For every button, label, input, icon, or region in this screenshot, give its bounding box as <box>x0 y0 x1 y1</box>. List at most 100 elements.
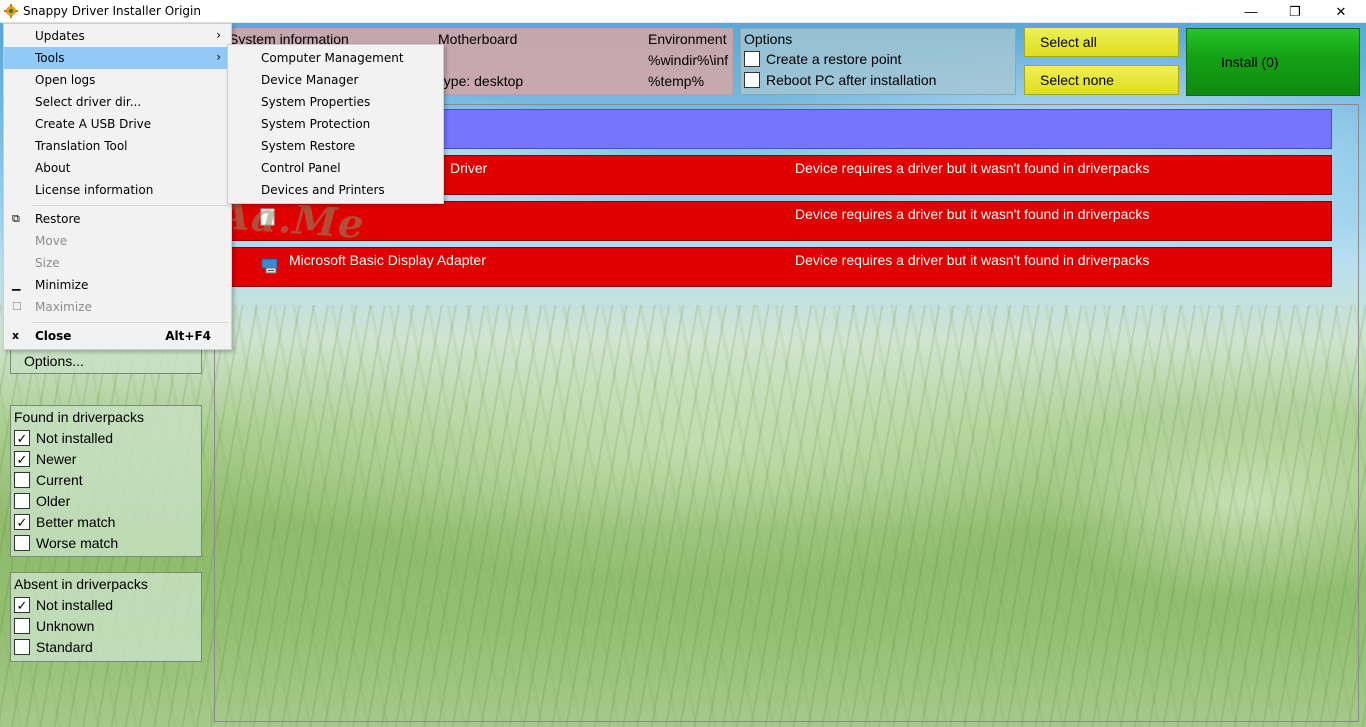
env-windir-text: %windir%\inf <box>648 52 729 68</box>
filter-label: Better match <box>36 514 116 530</box>
found-filter-title: Found in driverpacks <box>14 409 144 425</box>
submenu-item-control-panel[interactable]: Control Panel <box>228 157 443 179</box>
install-button[interactable]: Install (0) <box>1186 28 1360 96</box>
submenu-item-computer-management[interactable]: Computer Management <box>228 47 443 69</box>
submenu-item-system-restore[interactable]: System Restore <box>228 135 443 157</box>
device-row[interactable]: Microsoft Basic Display Adapter Device r… <box>224 247 1332 287</box>
checkbox[interactable]: ✓ <box>14 430 30 446</box>
checkbox[interactable] <box>14 618 30 634</box>
filter-absent-not-installed[interactable]: ✓ Not installed <box>14 597 113 613</box>
minimize-button[interactable]: — <box>1228 0 1274 23</box>
filter-label: Newer <box>36 451 77 467</box>
minimize-icon: ▁ <box>12 278 21 291</box>
menu-item-translation-tool[interactable]: Translation Tool <box>4 135 231 157</box>
menu-item-restore[interactable]: ⧉ Restore <box>4 208 231 230</box>
filter-found-worse-match[interactable]: Worse match <box>14 535 118 551</box>
window-title: Snappy Driver Installer Origin <box>23 4 201 18</box>
restore-icon: ❐ <box>1289 3 1301 19</box>
close-accelerator: Alt+F4 <box>165 329 211 343</box>
display-adapter-icon <box>261 258 278 274</box>
menu-item-label: Maximize <box>35 300 92 314</box>
menu-item-label: License information <box>35 183 154 197</box>
menu-item-license[interactable]: License information <box>4 179 231 201</box>
absent-filter-title: Absent in driverpacks <box>14 576 148 592</box>
menu-separator <box>32 322 228 323</box>
menu-item-minimize[interactable]: ▁ Minimize <box>4 274 231 296</box>
filter-found-better-match[interactable]: ✓ Better match <box>14 514 115 530</box>
menu-item-label: Tools <box>35 51 65 65</box>
submenu-item-device-manager[interactable]: Device Manager <box>228 69 443 91</box>
menu-item-maximize: ☐ Maximize <box>4 296 231 318</box>
menu-item-label: Size <box>35 256 60 270</box>
restore-button[interactable]: ❐ <box>1272 0 1318 23</box>
app-icon[interactable] <box>4 4 18 18</box>
environment-label: Environment <box>648 31 727 47</box>
filter-label: Unknown <box>36 618 95 634</box>
close-button[interactable]: ✕ <box>1318 0 1364 23</box>
menu-item-label: Select driver dir... <box>35 95 142 109</box>
close-icon: x <box>12 329 20 342</box>
title-bar: Snappy Driver Installer Origin — ❐ ✕ <box>0 0 1366 23</box>
menu-item-updates[interactable]: Updates › <box>4 25 231 47</box>
checkbox[interactable] <box>14 493 30 509</box>
device-row[interactable]: Device requires a driver but it wasn't f… <box>224 201 1332 241</box>
filter-found-newer[interactable]: ✓ Newer <box>14 451 76 467</box>
absent-filter-panel: Absent in driverpacks ✓ Not installed Unk… <box>10 572 202 662</box>
filter-label: Not installed <box>36 597 114 613</box>
filter-found-current[interactable]: Current <box>14 472 83 488</box>
options-title: Options <box>744 31 793 47</box>
checkbox[interactable]: ✓ <box>14 451 30 467</box>
submenu-item-devices-printers[interactable]: Devices and Printers <box>228 179 443 201</box>
checkbox[interactable] <box>14 472 30 488</box>
found-filter-panel: Found in driverpacks ✓ Not installed ✓ New… <box>10 405 202 557</box>
device-status: Device requires a driver but it wasn't f… <box>795 206 1150 222</box>
menu-item-label: Close <box>35 329 72 343</box>
select-all-button[interactable]: Select all <box>1024 27 1179 57</box>
menu-item-label: Move <box>35 234 68 248</box>
submenu-arrow-icon: › <box>216 50 221 64</box>
menu-item-about[interactable]: About <box>4 157 231 179</box>
menu-item-create-usb[interactable]: Create A USB Drive <box>4 113 231 135</box>
minimize-icon: — <box>1244 4 1258 19</box>
system-menu: Updates › Tools › Open logs Select driver … <box>3 23 232 350</box>
motherboard-label: Motherboard <box>438 31 518 47</box>
restore-point-label: Create a restore point <box>766 51 902 67</box>
menu-item-label: Open logs <box>35 73 96 87</box>
checkbox[interactable]: ✓ <box>14 514 30 530</box>
reboot-checkbox[interactable] <box>744 72 760 88</box>
menu-item-tools[interactable]: Tools › <box>4 47 231 69</box>
options-button-label: Options... <box>24 353 84 369</box>
filter-absent-unknown[interactable]: Unknown <box>14 618 94 634</box>
menu-item-move: Move <box>4 230 231 252</box>
filter-label: Worse match <box>36 535 119 551</box>
tools-submenu: Computer Management Device Manager Syste… <box>227 44 444 204</box>
submenu-item-system-protection[interactable]: System Protection <box>228 113 443 135</box>
select-none-button[interactable]: Select none <box>1024 65 1179 95</box>
restore-point-checkbox[interactable] <box>744 51 760 67</box>
filter-absent-standard[interactable]: Standard <box>14 639 93 655</box>
submenu-item-system-properties[interactable]: System Properties <box>228 91 443 113</box>
menu-item-open-logs[interactable]: Open logs <box>4 69 231 91</box>
filter-found-not-installed[interactable]: ✓ Not installed <box>14 430 113 446</box>
menu-item-size: Size <box>4 252 231 274</box>
checkbox[interactable] <box>14 639 30 655</box>
checkbox[interactable]: ✓ <box>14 597 30 613</box>
options-button[interactable]: Options... <box>10 348 202 374</box>
menu-item-label: Updates <box>35 29 85 43</box>
menu-item-label: Minimize <box>35 278 89 292</box>
device-status: Device requires a driver but it wasn't f… <box>795 160 1150 176</box>
menu-separator <box>32 205 228 206</box>
restore-icon: ⧉ <box>12 212 20 225</box>
restore-point-option[interactable]: Create a restore point <box>744 51 901 67</box>
filter-label: Not installed <box>36 430 114 446</box>
checkbox[interactable] <box>14 535 30 551</box>
menu-item-label: Restore <box>35 212 81 226</box>
menu-item-select-driver-dir[interactable]: Select driver dir... <box>4 91 231 113</box>
reboot-option[interactable]: Reboot PC after installation <box>744 72 936 88</box>
menu-item-close[interactable]: x Close Alt+F4 <box>4 325 231 347</box>
close-icon: ✕ <box>1335 3 1347 19</box>
filter-found-older[interactable]: Older <box>14 493 70 509</box>
menu-item-label: Translation Tool <box>35 139 128 153</box>
submenu-arrow-icon: › <box>216 28 221 42</box>
filter-label: Current <box>36 472 83 488</box>
